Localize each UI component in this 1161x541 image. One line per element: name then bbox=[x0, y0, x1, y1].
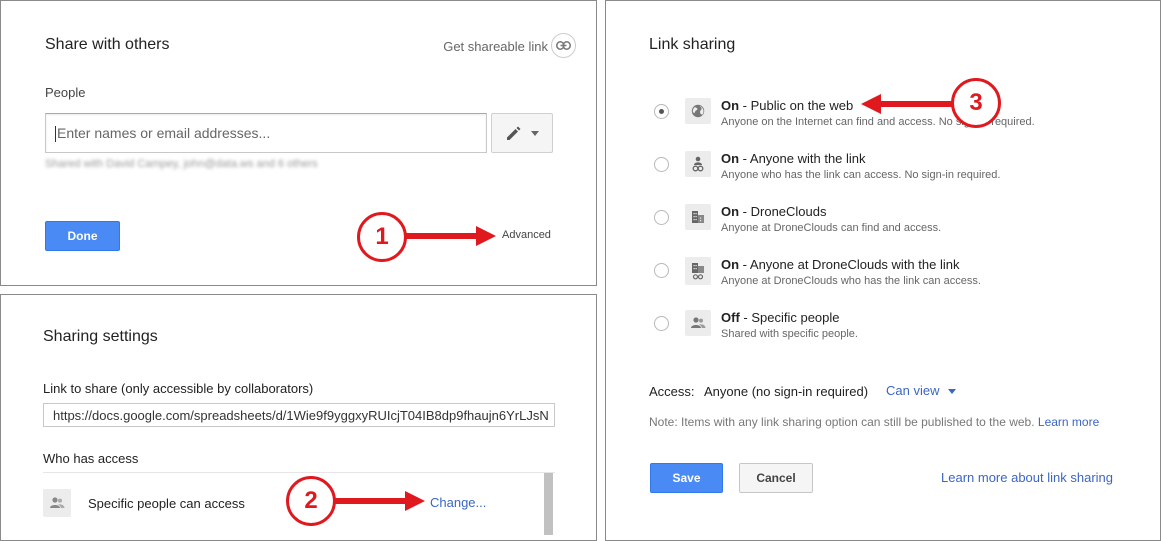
people-icon bbox=[685, 310, 711, 336]
option-droneclouds-with-link[interactable]: On - Anyone at DroneClouds with the link… bbox=[654, 257, 1134, 297]
people-icon bbox=[43, 489, 71, 517]
share-with-others-dialog: Share with others Get shareable link Peo… bbox=[0, 0, 597, 286]
option-title: Off - Specific people bbox=[721, 310, 840, 325]
access-value: Anyone (no sign-in required) bbox=[704, 384, 869, 399]
chevron-down-icon bbox=[948, 389, 957, 395]
callout-arrow-1 bbox=[406, 226, 496, 246]
done-button[interactable]: Done bbox=[45, 221, 120, 251]
dialog-title: Sharing settings bbox=[43, 328, 158, 345]
radio-unselected[interactable] bbox=[654, 157, 669, 172]
option-title: On - DroneClouds bbox=[721, 204, 827, 219]
option-description: Anyone at DroneClouds can find and acces… bbox=[721, 222, 942, 234]
option-title: On - Anyone with the link bbox=[721, 151, 866, 166]
sharing-settings-dialog: Sharing settings Link to share (only acc… bbox=[0, 294, 597, 541]
text-caret bbox=[55, 126, 56, 143]
advanced-link[interactable]: Advanced bbox=[502, 229, 551, 241]
globe-icon bbox=[685, 98, 711, 124]
share-link-field[interactable]: https://docs.google.com/spreadsheets/d/1… bbox=[43, 403, 555, 427]
scrollbar-thumb[interactable] bbox=[544, 473, 553, 535]
option-anyone-with-link[interactable]: On - Anyone with the link Anyone who has… bbox=[654, 151, 1134, 191]
person-link-icon bbox=[685, 151, 711, 177]
option-description: Anyone at DroneClouds who has the link c… bbox=[721, 275, 981, 287]
link-icon[interactable] bbox=[551, 33, 576, 58]
chevron-down-icon bbox=[531, 130, 539, 136]
callout-3: 3 bbox=[951, 78, 1001, 128]
change-access-link[interactable]: Change... bbox=[430, 495, 486, 510]
note-row: Note: Items with any link sharing option… bbox=[649, 415, 1099, 429]
radio-selected[interactable] bbox=[654, 104, 669, 119]
option-droneclouds[interactable]: On - DroneClouds Anyone at DroneClouds c… bbox=[654, 204, 1134, 244]
can-view-label: Can view bbox=[886, 383, 940, 398]
dialog-title: Link sharing bbox=[649, 36, 736, 53]
option-description: Shared with specific people. bbox=[721, 328, 858, 340]
dialog-title: Share with others bbox=[45, 36, 170, 53]
shared-with-summary: Shared with David Campey, john@data.ws a… bbox=[45, 158, 318, 170]
pencil-icon bbox=[507, 126, 521, 140]
save-button[interactable]: Save bbox=[650, 463, 723, 493]
option-title: On - Public on the web bbox=[721, 98, 854, 113]
building-link-icon bbox=[685, 257, 711, 285]
callout-arrow-3 bbox=[861, 94, 953, 114]
radio-unselected[interactable] bbox=[654, 316, 669, 331]
callout-2: 2 bbox=[286, 476, 336, 526]
get-shareable-link[interactable]: Get shareable link bbox=[443, 39, 548, 54]
note-text: Note: Items with any link sharing option… bbox=[649, 415, 1035, 429]
access-description: Specific people can access bbox=[88, 496, 245, 511]
people-input-placeholder: Enter names or email addresses... bbox=[57, 125, 271, 141]
option-title: On - Anyone at DroneClouds with the link bbox=[721, 257, 960, 272]
learn-more-link-sharing[interactable]: Learn more about link sharing bbox=[941, 470, 1113, 485]
radio-unselected[interactable] bbox=[654, 210, 669, 225]
link-to-share-label: Link to share (only accessible by collab… bbox=[43, 381, 314, 396]
callout-arrow-2 bbox=[335, 491, 425, 511]
callout-1: 1 bbox=[357, 212, 407, 262]
link-sharing-dialog: Link sharing On - Public on the web Anyo… bbox=[605, 0, 1161, 541]
option-description: Anyone who has the link can access. No s… bbox=[721, 169, 1001, 181]
cancel-button[interactable]: Cancel bbox=[739, 463, 813, 493]
who-has-access-label: Who has access bbox=[43, 451, 139, 466]
learn-more-link[interactable]: Learn more bbox=[1038, 415, 1099, 429]
building-icon bbox=[685, 204, 711, 230]
access-label: Access: bbox=[649, 384, 695, 399]
option-specific-people[interactable]: Off - Specific people Shared with specif… bbox=[654, 310, 1134, 350]
people-input[interactable]: Enter names or email addresses... bbox=[45, 113, 487, 153]
can-view-dropdown[interactable]: Can view bbox=[886, 383, 957, 398]
permission-dropdown-button[interactable] bbox=[491, 113, 553, 153]
people-label: People bbox=[45, 85, 86, 100]
radio-unselected[interactable] bbox=[654, 263, 669, 278]
